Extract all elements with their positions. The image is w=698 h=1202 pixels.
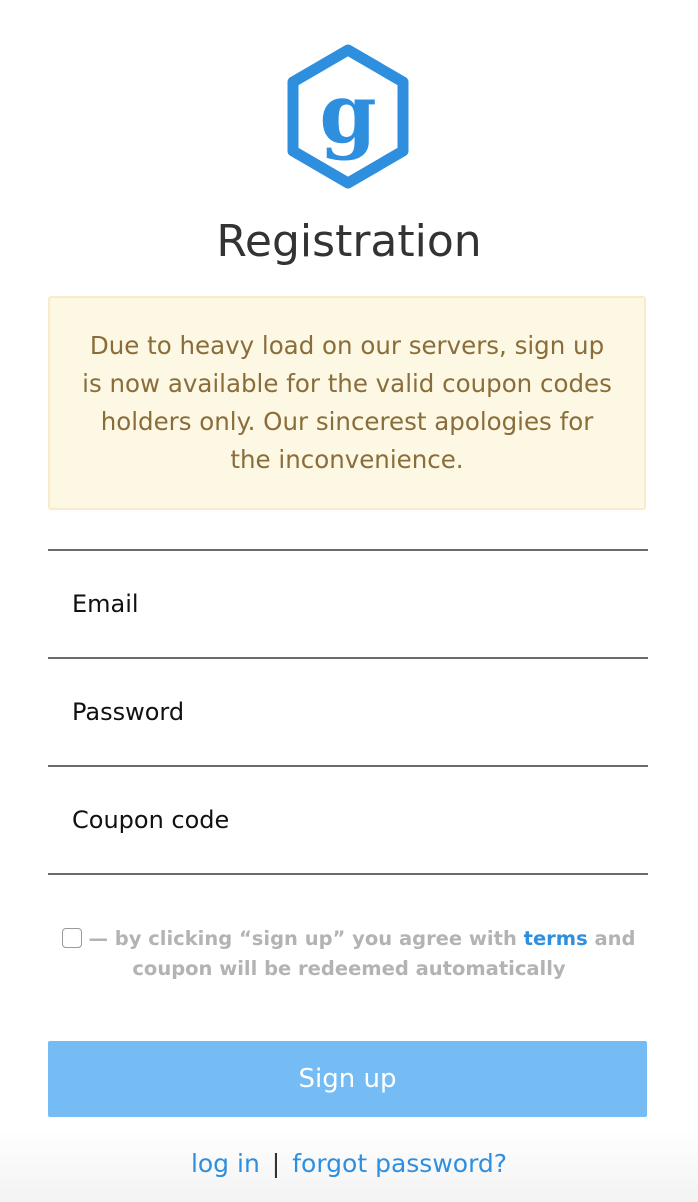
email-field[interactable] [48, 551, 648, 657]
logo-icon: g [287, 44, 409, 189]
terms-agreement: — by clicking “sign up” you agree with t… [60, 924, 638, 984]
email-field-row [48, 549, 648, 657]
auth-links: log in | forgot password? [0, 1144, 698, 1184]
signup-button[interactable]: Sign up [48, 1041, 647, 1117]
forgot-password-link[interactable]: forgot password? [292, 1149, 507, 1178]
logo-letter: g [319, 66, 376, 162]
coupon-field-row [48, 765, 648, 875]
notice-text: Due to heavy load on our servers, sign u… [82, 331, 612, 474]
link-separator: | [271, 1149, 281, 1178]
registration-page: g Registration Due to heavy load on our … [0, 0, 698, 1202]
agreement-text-before: — by clicking “sign up” you agree with [88, 927, 524, 950]
password-field-row [48, 657, 648, 765]
login-link[interactable]: log in [191, 1149, 260, 1178]
page-title: Registration [216, 216, 482, 267]
password-field[interactable] [48, 659, 648, 765]
coupon-code-field[interactable] [48, 767, 648, 873]
notice-alert: Due to heavy load on our servers, sign u… [48, 296, 646, 510]
terms-checkbox[interactable] [62, 928, 83, 948]
terms-link[interactable]: terms [524, 927, 588, 950]
